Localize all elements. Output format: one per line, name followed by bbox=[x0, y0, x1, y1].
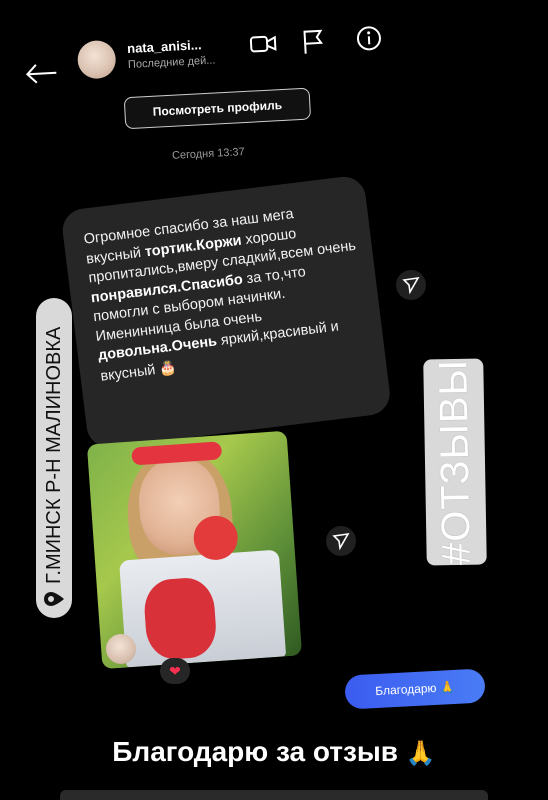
chat-header: nata_anisi... Последние дей... Посмотрет… bbox=[0, 0, 548, 156]
message-timestamp: Сегодня 13:37 bbox=[171, 146, 246, 162]
location-text: Г.МИНСК Р-Н МАЛИНОВКА bbox=[42, 326, 65, 584]
last-seen-status: Последние дей... bbox=[127, 54, 216, 71]
cake-emoji: 🎂 bbox=[158, 358, 178, 377]
send-icon bbox=[402, 276, 420, 295]
heart-icon: ❤ bbox=[169, 662, 181, 679]
message-text: Огромное спасибо за наш мега вкусный тор… bbox=[83, 198, 370, 387]
flag-icon[interactable] bbox=[298, 27, 327, 56]
share-button[interactable] bbox=[396, 270, 426, 300]
location-pin-icon bbox=[44, 592, 64, 606]
pray-emoji: 🙏 bbox=[405, 740, 436, 767]
message-bubble[interactable]: Огромное спасибо за наш мега вкусный тор… bbox=[60, 174, 393, 450]
view-profile-button[interactable]: Посмотреть профиль bbox=[123, 87, 312, 130]
video-call-icon[interactable] bbox=[248, 29, 277, 58]
location-sticker[interactable]: Г.МИНСК Р-Н МАЛИНОВКА bbox=[36, 298, 72, 618]
back-arrow-icon[interactable] bbox=[24, 61, 59, 87]
pray-emoji: 🙏 bbox=[439, 679, 456, 695]
hashtag-text: #ОТЗЫВЫ bbox=[430, 358, 479, 566]
username[interactable]: nata_anisi... bbox=[127, 37, 202, 56]
bottom-bar bbox=[60, 790, 488, 800]
hashtag-sticker[interactable]: #ОТЗЫВЫ bbox=[423, 358, 487, 566]
send-icon bbox=[332, 532, 350, 551]
info-icon[interactable] bbox=[354, 24, 383, 53]
caption-text: Благодарю за отзыв bbox=[112, 736, 399, 767]
avatar[interactable] bbox=[76, 39, 117, 80]
reply-text: Благодарю bbox=[374, 680, 437, 699]
share-button[interactable] bbox=[326, 526, 356, 556]
story-caption: Благодарю за отзыв 🙏 bbox=[0, 736, 548, 768]
reply-message[interactable]: Благодарю 🙏 bbox=[344, 668, 486, 710]
sender-avatar[interactable] bbox=[106, 634, 136, 664]
photo-detail bbox=[142, 576, 218, 661]
heart-reaction[interactable]: ❤ bbox=[160, 658, 190, 684]
